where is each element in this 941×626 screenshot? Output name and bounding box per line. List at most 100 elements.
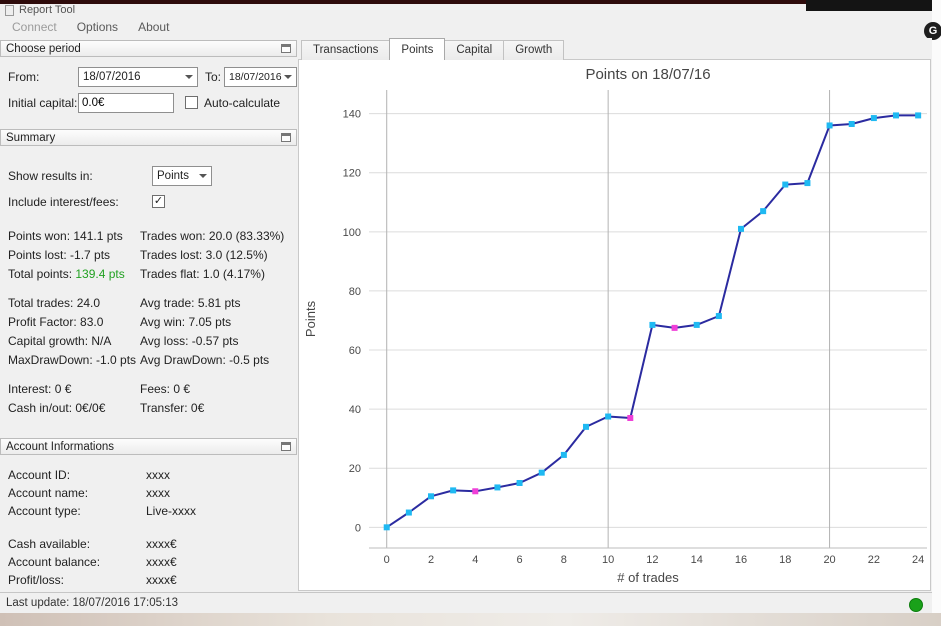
data-point: [870, 115, 877, 122]
data-point: [671, 324, 678, 331]
chevron-down-icon: [284, 75, 292, 79]
account-info-row: Account ID: xxxx: [8, 468, 170, 482]
x-tick-label: 8: [561, 554, 567, 566]
x-tick-label: 18: [779, 554, 791, 566]
x-tick-label: 6: [517, 554, 523, 566]
account-info-row: Account name: xxxx: [8, 486, 170, 500]
data-point: [627, 414, 634, 421]
initial-capital-label: Initial capital:: [8, 96, 78, 110]
account-info-row: Profit/loss: xxxx€: [8, 573, 177, 587]
to-label: To:: [205, 70, 222, 84]
summary-stat-row: Interest: 0 € Fees: 0 €: [8, 382, 191, 396]
y-axis-label: Points: [303, 300, 318, 337]
account-info-row: Account balance: xxxx€: [8, 555, 177, 569]
summary-stat-row: Cash in/out: 0€/0€ Transfer: 0€: [8, 401, 205, 415]
data-point: [583, 423, 589, 430]
window-controls-area: [806, 0, 941, 11]
y-tick-label: 20: [349, 463, 361, 475]
show-results-value: Points: [157, 170, 189, 182]
auto-calculate-label: Auto-calculate: [204, 96, 281, 110]
menu-item-connect[interactable]: Connect: [2, 17, 67, 37]
y-tick-label: 40: [349, 404, 361, 416]
y-tick-label: 0: [355, 522, 361, 534]
summary-stat-row: Capital growth: N/A Avg loss: -0.57 pts: [8, 334, 239, 348]
data-point: [715, 313, 722, 320]
x-tick-label: 0: [384, 554, 390, 566]
data-point: [826, 122, 833, 129]
account-info: Account ID: xxxx Account name: xxxx Account …: [8, 466, 294, 604]
x-tick-label: 14: [691, 554, 703, 566]
data-point: [383, 524, 390, 531]
summary-header: Summary: [0, 129, 297, 146]
summary-title: Summary: [6, 131, 56, 144]
from-date-select[interactable]: 18/07/2016: [78, 67, 198, 87]
tab-points[interactable]: Points: [389, 38, 446, 60]
float-panel-icon[interactable]: [281, 44, 291, 53]
summary-stat-row: MaxDrawDown: -1.0 pts Avg DrawDown: -0.5 …: [8, 353, 270, 367]
series-line: [386, 114, 919, 529]
data-point: [560, 451, 567, 458]
x-tick-label: 2: [428, 554, 434, 566]
desktop-edge: [932, 0, 941, 613]
data-point: [915, 112, 922, 119]
account-title: Account Informations: [6, 440, 115, 453]
x-axis-label: # of trades: [617, 570, 679, 585]
data-point: [848, 120, 855, 127]
show-results-select[interactable]: Points: [152, 166, 212, 186]
choose-period-header: Choose period: [0, 40, 297, 57]
summary-stat-row: Profit Factor: 83.0 Avg win: 7.05 pts: [8, 315, 232, 329]
app-icon: [5, 4, 14, 16]
data-point: [538, 469, 545, 476]
summary-stat-row: Total trades: 24.0 Avg trade: 5.81 pts: [8, 296, 241, 310]
auto-calculate-checkbox[interactable]: [185, 96, 198, 109]
data-point: [472, 488, 479, 495]
summary-stat-row: Points lost: -1.7 pts Trades lost: 3.0 (1…: [8, 248, 268, 262]
status-bar: Last update: 18/07/2016 17:05:13: [0, 592, 932, 613]
tab-capital[interactable]: Capital: [444, 40, 505, 60]
x-tick-label: 16: [735, 554, 747, 566]
x-tick-label: 12: [646, 554, 658, 566]
float-panel-icon[interactable]: [281, 442, 291, 451]
tab-growth[interactable]: Growth: [503, 40, 565, 60]
to-date-select[interactable]: 18/07/2016: [224, 67, 297, 87]
float-panel-icon[interactable]: [281, 133, 291, 142]
to-date-value: 18/07/2016: [229, 71, 282, 83]
account-info-row: Account type: Live-xxxx: [8, 504, 197, 518]
menu-bar: Connect Options About: [2, 17, 179, 37]
tab-bar: Transactions Points Capital Growth: [301, 38, 565, 60]
x-tick-label: 20: [823, 554, 835, 566]
data-point: [405, 509, 412, 516]
titlebar-accent: [0, 0, 941, 4]
report-panel: Transactions Points Capital Growth 0 20 40 60 8…: [298, 38, 932, 592]
summary-stat-row: Points won: 141.1 pts Trades won: 20.0 (8…: [8, 229, 285, 243]
data-point: [893, 112, 899, 119]
x-tick-label: 10: [602, 554, 614, 566]
report-tool-window: Report Tool G Connect Options About Choose…: [0, 0, 941, 626]
points-chart: 0204060801001201400 2 4 6 8 10 12 14 16 18 20 22 24P…: [303, 66, 927, 585]
account-header: Account Informations: [0, 438, 297, 455]
data-point: [760, 208, 767, 215]
chart-title: Points on 18/07/16: [585, 66, 710, 83]
data-point: [494, 484, 501, 491]
y-tick-label: 140: [343, 109, 361, 121]
account-info-row: Cash available: xxxx€: [8, 537, 177, 551]
menu-item-options[interactable]: Options: [67, 17, 128, 37]
data-point: [516, 479, 523, 486]
menu-item-about[interactable]: About: [128, 17, 179, 37]
last-update-text: Last update: 18/07/2016 17:05:13: [6, 597, 179, 609]
x-tick-label: 22: [868, 554, 880, 566]
chevron-down-icon: [199, 174, 207, 178]
y-tick-label: 120: [343, 168, 361, 180]
x-tick-label: 24: [912, 554, 924, 566]
x-tick-label: 4: [472, 554, 478, 566]
include-interest-checkbox[interactable]: [152, 195, 165, 208]
choose-period-title: Choose period: [6, 42, 81, 55]
y-tick-label: 80: [349, 286, 361, 298]
data-point: [738, 225, 744, 232]
from-date-value: 18/07/2016: [83, 71, 141, 83]
data-point: [450, 487, 457, 494]
data-point: [428, 493, 434, 500]
tab-transactions[interactable]: Transactions: [301, 40, 391, 60]
chevron-down-icon: [185, 75, 193, 79]
initial-capital-input[interactable]: [78, 93, 174, 113]
